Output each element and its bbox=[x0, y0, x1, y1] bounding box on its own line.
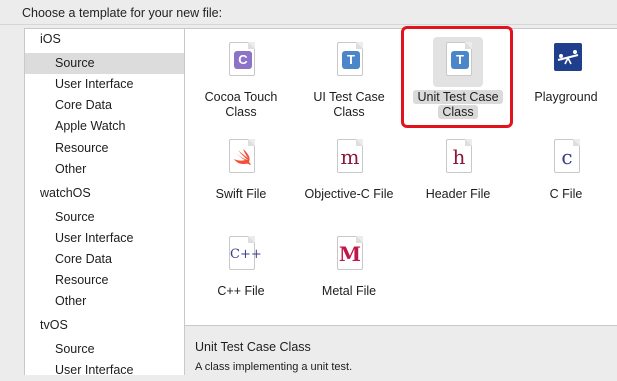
sidebar-item-tvos-source[interactable]: Source bbox=[25, 339, 184, 360]
template-playground[interactable]: Playground bbox=[514, 32, 617, 122]
template-cpp-file[interactable]: C++ C++ File bbox=[189, 226, 293, 316]
template-prompt: Choose a template for your new file: bbox=[22, 6, 223, 20]
template-objective-c-file[interactable]: m Objective-C File bbox=[297, 129, 401, 219]
template-ui-test-case-class[interactable]: T UI Test Case Class bbox=[297, 32, 401, 122]
template-label: Swift File bbox=[215, 187, 267, 201]
swift-file-icon bbox=[216, 134, 266, 184]
sidebar-header-ios: iOS bbox=[40, 32, 61, 46]
class-badge: C bbox=[234, 51, 252, 69]
template-header-file[interactable]: h Header File bbox=[406, 129, 510, 219]
description-body: A class implementing a unit test. bbox=[195, 361, 353, 373]
selection-highlight-box bbox=[401, 26, 513, 128]
sidebar-item-tvos-user-interface[interactable]: User Interface bbox=[25, 360, 184, 381]
c-file-icon: c bbox=[541, 134, 591, 184]
template-label: C File bbox=[549, 187, 583, 201]
description-title: Unit Test Case Class bbox=[195, 340, 311, 354]
sidebar-item-watchos-source[interactable]: Source bbox=[25, 207, 184, 228]
playground-icon bbox=[541, 37, 591, 87]
sidebar-item-ios-other[interactable]: Other bbox=[25, 159, 184, 180]
top-divider bbox=[0, 24, 617, 25]
sidebar-item-ios-resource[interactable]: Resource bbox=[25, 138, 184, 159]
sidebar-item-ios-source[interactable]: Source bbox=[25, 53, 184, 74]
template-label: UI Test Case Class bbox=[313, 90, 385, 119]
sidebar-item-watchos-other[interactable]: Other bbox=[25, 291, 184, 312]
cocoa-touch-class-icon: C bbox=[216, 37, 266, 87]
sidebar-item-ios-apple-watch[interactable]: Apple Watch bbox=[25, 116, 184, 137]
sidebar-item-watchos-resource[interactable]: Resource bbox=[25, 270, 184, 291]
sidebar-item-ios-core-data[interactable]: Core Data bbox=[25, 95, 184, 116]
cpp-file-icon: C++ bbox=[216, 231, 266, 281]
sidebar-item-ios-user-interface[interactable]: User Interface bbox=[25, 74, 184, 95]
sidebar-item-watchos-core-data[interactable]: Core Data bbox=[25, 249, 184, 270]
template-label: Playground bbox=[534, 90, 598, 104]
description-panel: Unit Test Case Class A class implementin… bbox=[185, 325, 617, 375]
template-label: Cocoa Touch Class bbox=[204, 90, 278, 119]
template-label: C++ File bbox=[217, 284, 265, 298]
template-cocoa-touch-class[interactable]: C Cocoa Touch Class bbox=[189, 32, 293, 122]
ui-test-case-class-icon: T bbox=[324, 37, 374, 87]
template-metal-file[interactable]: M Metal File bbox=[297, 226, 401, 316]
sidebar: iOS Source User Interface Core Data Appl… bbox=[24, 28, 184, 377]
sidebar-header-tvos: tvOS bbox=[40, 318, 68, 332]
sidebar-header-watchos: watchOS bbox=[40, 186, 91, 200]
objective-c-file-icon: m bbox=[324, 134, 374, 184]
template-c-file[interactable]: c C File bbox=[514, 129, 617, 219]
template-swift-file[interactable]: Swift File bbox=[189, 129, 293, 219]
template-label: Metal File bbox=[321, 284, 377, 298]
metal-file-icon: M bbox=[324, 231, 374, 281]
template-label: Header File bbox=[425, 187, 491, 201]
header-file-icon: h bbox=[433, 134, 483, 184]
sidebar-item-watchos-user-interface[interactable]: User Interface bbox=[25, 228, 184, 249]
template-label: Objective-C File bbox=[304, 187, 394, 201]
test-badge: T bbox=[342, 51, 360, 69]
